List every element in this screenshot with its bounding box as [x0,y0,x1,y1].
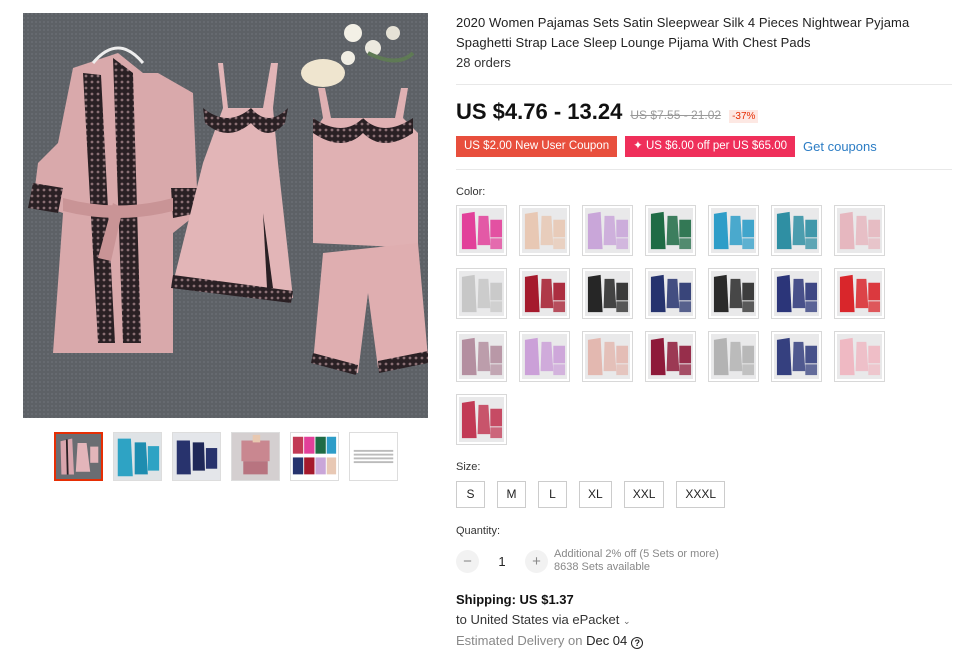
swatch-image [648,208,693,253]
swatch-image [585,334,630,379]
store-coupon-label: US $6.00 off per US $65.00 [645,140,788,152]
size-option-xxl[interactable]: XXL [623,481,665,508]
product-photo [23,13,428,418]
swatch-image [711,208,756,253]
size-option-l[interactable]: L [538,481,567,508]
swatch-image [522,334,567,379]
swatch-image [522,271,567,316]
color-label: Color: [456,186,486,198]
divider [456,84,952,85]
ship-to-text: to United States via ePacket [456,612,620,627]
color-swatch-royal-blue[interactable] [771,331,822,382]
color-swatch-hot-pink[interactable] [456,205,507,256]
thumbnail-pink-set[interactable] [54,432,103,481]
swatch-image [711,334,756,379]
color-swatch-navy-white[interactable] [771,268,822,319]
color-swatch-lilac[interactable] [582,205,633,256]
color-swatch-silver[interactable] [456,268,507,319]
swatch-image [522,208,567,253]
chevron-down-icon: ⌄ [622,616,631,626]
store-coupon[interactable]: ✦ US $6.00 off per US $65.00 [625,136,796,157]
swatch-image [711,271,756,316]
swatch-image [459,334,504,379]
swatch-image [774,271,819,316]
price-row: US $4.76 - 13.24 US $7.55 - 21.02 -37% [456,99,759,125]
delivery-date: Dec 04 [586,633,628,648]
color-swatch-black[interactable] [582,268,633,319]
size-option-xl[interactable]: XL [579,481,612,508]
color-swatch-teal[interactable] [771,205,822,256]
quantity-value[interactable]: 1 [479,554,525,569]
color-swatch-pink-lace[interactable] [834,205,885,256]
color-swatch-sky-blue[interactable] [708,205,759,256]
quantity-stepper: − 1 + Additional 2% off (5 Sets or more)… [456,548,719,574]
swatch-image [459,397,504,442]
estimated-delivery: Estimated Delivery on Dec 04? [456,633,644,649]
color-swatch-burgundy[interactable] [645,331,696,382]
quantity-note: Additional 2% off (5 Sets or more) 8638 … [554,548,719,574]
order-count: 28 orders [456,55,511,70]
plus-diamond-icon: ✦ [633,140,646,152]
color-swatch-dark-green[interactable] [645,205,696,256]
color-swatch-red-white[interactable] [834,268,885,319]
discount-badge: -37% [729,110,759,123]
price-range: US $4.76 - 13.24 [456,99,623,124]
question-circle-icon[interactable]: ? [631,637,644,649]
color-swatch-champagne[interactable] [519,205,570,256]
thumbnail-color-chart[interactable] [290,432,339,481]
swatch-image [837,334,882,379]
swatch-image [459,271,504,316]
color-swatch-wine-red[interactable] [519,268,570,319]
increase-quantity-button[interactable]: + [525,549,548,573]
quantity-label: Quantity: [456,525,501,537]
size-option-xxxl[interactable]: XXXL [676,481,726,508]
delivery-prefix: Estimated Delivery on [456,633,583,648]
swatch-image [648,271,693,316]
color-swatch-black-white[interactable] [708,268,759,319]
thumbnail-blue-set[interactable] [113,432,162,481]
stock-available: 8638 Sets available [554,561,651,573]
new-user-coupon[interactable]: US $2.00 New User Coupon [456,136,618,157]
color-swatch-grey[interactable] [708,331,759,382]
color-swatch-blush[interactable] [834,331,885,382]
bulk-discount-note: Additional 2% off (5 Sets or more) [554,548,719,560]
color-swatch-lavender[interactable] [519,331,570,382]
divider [456,169,952,170]
swatch-image [837,271,882,316]
main-product-image[interactable] [23,13,428,418]
swatch-image [774,334,819,379]
coupon-row: US $2.00 New User Coupon ✦ US $6.00 off … [456,136,877,157]
shipping-label: Shipping: US $1.37 [456,592,574,607]
swatch-image [585,271,630,316]
size-option-s[interactable]: S [456,481,485,508]
swatch-image [774,208,819,253]
shipping-cost: Shipping: US $1.37 [456,592,574,607]
shipping-destination[interactable]: to United States via ePacket ⌄ [456,612,630,627]
thumbnail-strip [54,432,398,481]
swatch-image [648,334,693,379]
thumbnail-navy-set[interactable] [172,432,221,481]
thumbnail-size-chart[interactable] [349,432,398,481]
size-options: S M L XL XXL XXXL [456,481,726,508]
size-label: Size: [456,461,481,473]
color-swatch-navy[interactable] [645,268,696,319]
swatch-image [837,208,882,253]
color-swatch-rose-red[interactable] [456,394,507,445]
decrease-quantity-button[interactable]: − [456,549,479,573]
original-price: US $7.55 - 21.02 [630,108,722,122]
color-swatch-grid [456,205,896,445]
get-coupons-link[interactable]: Get coupons [803,139,877,154]
color-swatch-mauve[interactable] [456,331,507,382]
swatch-image [459,208,504,253]
thumbnail-pink-model[interactable] [231,432,280,481]
size-option-m[interactable]: M [497,481,526,508]
swatch-image [585,208,630,253]
product-title: 2020 Women Pajamas Sets Satin Sleepwear … [456,15,910,50]
color-swatch-rose-mix[interactable] [582,331,633,382]
